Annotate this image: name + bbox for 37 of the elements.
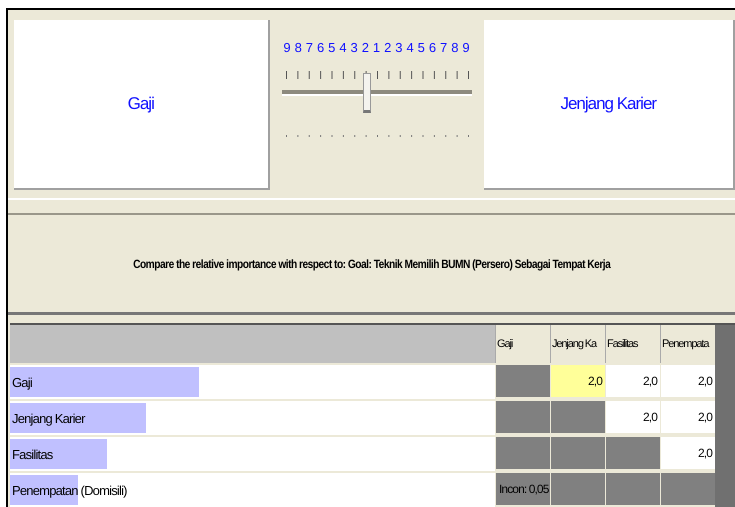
scale-label: 8 [450, 40, 460, 55]
slider-thumb[interactable] [362, 73, 371, 113]
comparison-cell[interactable]: 2,0 [660, 435, 715, 469]
comparison-cell[interactable]: 2,0 [550, 363, 605, 397]
slider-track[interactable] [282, 73, 472, 113]
scale-label: 9 [282, 40, 292, 55]
row-label: Fasilitas [11, 446, 52, 462]
scale-label: 7 [304, 40, 314, 55]
comparison-cell[interactable]: 2,0 [605, 399, 660, 433]
scale-label: 3 [394, 40, 404, 55]
scale-label: 5 [327, 40, 336, 55]
scale-label: 4 [338, 40, 348, 55]
scale-label: 2 [383, 40, 392, 55]
scale-label: 1 [372, 40, 382, 55]
comparison-cell[interactable]: 2,0 [660, 399, 715, 433]
item-label: Gaji [128, 94, 154, 114]
scale-label: 2 [360, 40, 370, 55]
instruction-text: Compare the relative importance with respect to: Goal: Teknik Memilih BUMN (Persero) Sebagai Tempat Kerja [132, 256, 610, 271]
comparison-cell[interactable]: 2,0 [605, 363, 660, 397]
row-label: Jenjang Karier [11, 410, 85, 426]
row-label-cell[interactable]: Penempatan (Domisili) [10, 471, 495, 507]
row-label: Gaji [11, 374, 32, 390]
comparison-cell[interactable]: 2,0 [660, 363, 715, 397]
inconsistency-cell: Incon: 0,05 [495, 471, 550, 505]
scale-label: 6 [316, 40, 326, 55]
scale-label: 8 [294, 40, 303, 55]
scale-label: 7 [439, 40, 448, 55]
scale-label: 5 [416, 40, 426, 55]
scale-label: 9 [461, 40, 471, 55]
row-label-cell[interactable]: Gaji [10, 363, 495, 399]
row-label-cell[interactable]: Fasilitas [10, 435, 495, 471]
item-label: Jenjang Karier [560, 94, 656, 114]
scale-label: 3 [350, 40, 359, 55]
row-label-cell[interactable]: Jenjang Karier [10, 399, 495, 435]
scale-label: 4 [405, 40, 415, 55]
scale-label: 6 [428, 40, 438, 55]
row-label: Penempatan (Domisili) [11, 482, 127, 498]
